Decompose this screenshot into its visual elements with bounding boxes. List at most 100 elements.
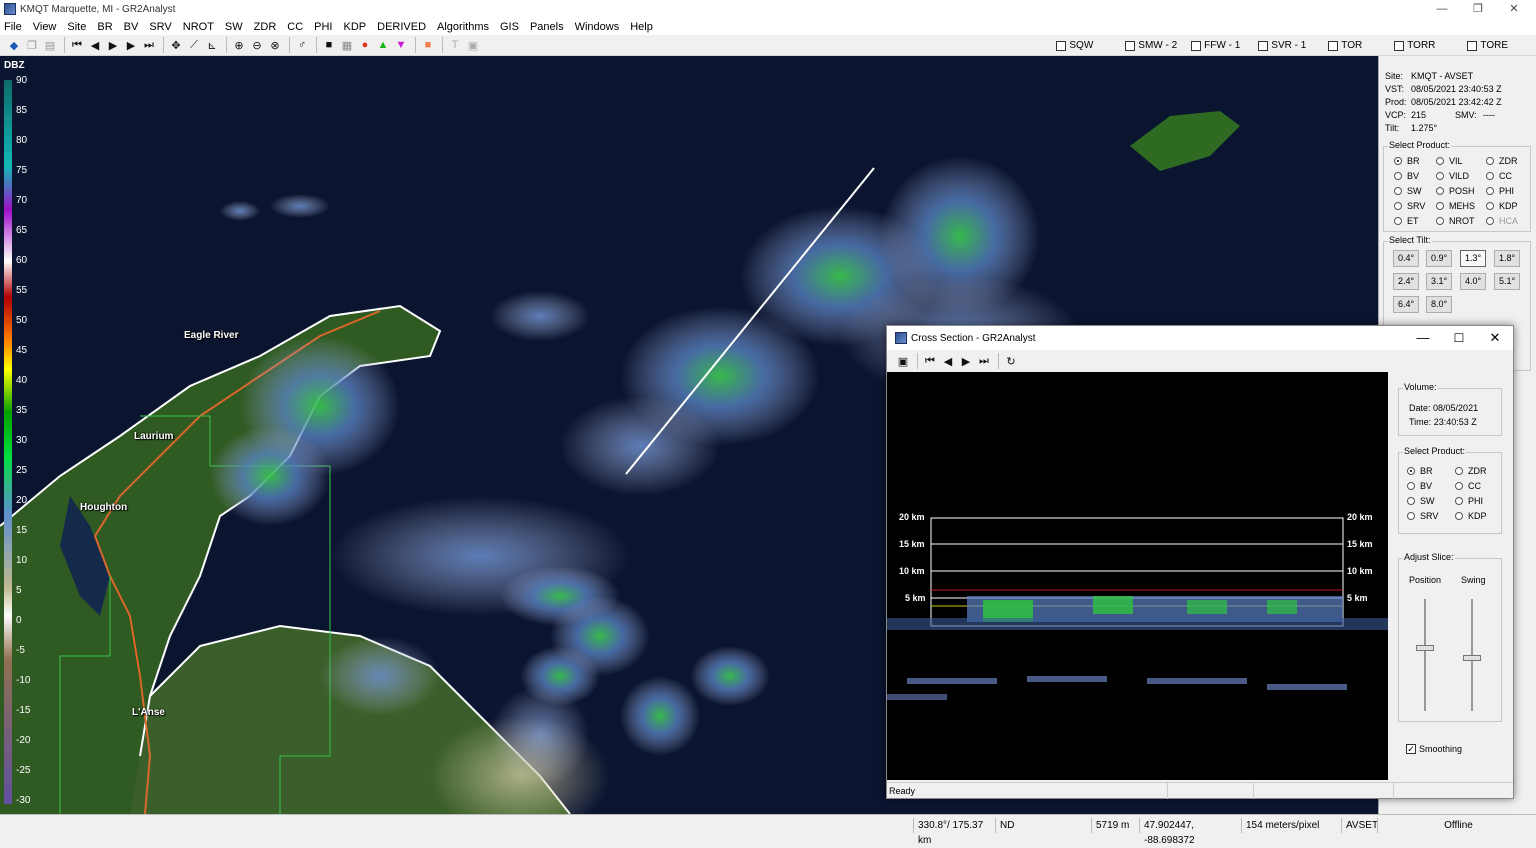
menu-srv[interactable]: SRV	[149, 21, 171, 33]
radio-button[interactable]	[1436, 201, 1444, 210]
radio-button[interactable]	[1394, 186, 1402, 195]
radio-button[interactable]	[1486, 171, 1494, 180]
product-radio-cc[interactable]: CC	[1486, 168, 1526, 183]
menu-site[interactable]: Site	[67, 21, 86, 33]
menu-help[interactable]: Help	[630, 21, 653, 33]
tilt-button-selected[interactable]: 1.3°	[1460, 250, 1486, 267]
save-icon[interactable]: ▣	[895, 353, 911, 369]
radio-button[interactable]	[1455, 481, 1463, 490]
product-radio-et[interactable]: ET	[1394, 213, 1436, 228]
last-frame-icon[interactable]: ⏭	[976, 353, 992, 369]
menu-gis[interactable]: GIS	[500, 21, 519, 33]
zoom-reset-icon[interactable]: ⊗	[267, 37, 283, 53]
menu-view[interactable]: View	[33, 21, 57, 33]
xs-product-radio-cc[interactable]: CC	[1455, 478, 1499, 493]
product-radio-zdr[interactable]: ZDR	[1486, 153, 1526, 168]
checkbox[interactable]	[1467, 40, 1478, 51]
tilt-button[interactable]: 3.1°	[1426, 273, 1452, 290]
position-slider-thumb[interactable]	[1416, 645, 1434, 651]
zoom-out-icon[interactable]: ⊖	[249, 37, 265, 53]
cross-section-plot[interactable]: 20 km 15 km 10 km 5 km 20 km 15 km 10 km…	[887, 372, 1388, 780]
menu-bv[interactable]: BV	[124, 21, 139, 33]
checkbox[interactable]	[1191, 40, 1202, 51]
product-radio-srv[interactable]: SRV	[1394, 198, 1436, 213]
menu-kdp[interactable]: KDP	[344, 21, 367, 33]
cross-section-tool-icon[interactable]: ⟋	[186, 37, 202, 53]
refresh-icon[interactable]: ↻	[1003, 353, 1019, 369]
menu-panels[interactable]: Panels	[530, 21, 564, 33]
checkbox[interactable]	[1328, 40, 1339, 51]
zoom-in-icon[interactable]: ⊕	[231, 37, 247, 53]
tilt-button[interactable]: 6.4°	[1393, 296, 1419, 313]
radio-button[interactable]	[1407, 466, 1415, 475]
minimize-button[interactable]: —	[1405, 326, 1441, 350]
step-forward-icon[interactable]: ▶	[123, 37, 139, 53]
xs-product-radio-bv[interactable]: BV	[1407, 478, 1455, 493]
radio-button[interactable]	[1436, 171, 1444, 180]
grid-icon[interactable]: ▦	[339, 37, 355, 53]
radio-button[interactable]	[1394, 216, 1402, 225]
menu-phi[interactable]: PHI	[314, 21, 332, 33]
maximize-button[interactable]: ❐	[1460, 0, 1496, 18]
smoothing-checkbox-row[interactable]: ✓ Smoothing	[1406, 744, 1462, 754]
xs-product-radio-br[interactable]: BR	[1407, 463, 1455, 478]
product-radio-mehs[interactable]: MEHS	[1436, 198, 1486, 213]
text-tool-icon[interactable]: T	[447, 37, 463, 53]
copy-icon[interactable]: ❐	[24, 37, 40, 53]
menu-br[interactable]: BR	[97, 21, 112, 33]
xs-product-radio-phi[interactable]: PHI	[1455, 493, 1499, 508]
menu-cc[interactable]: CC	[287, 21, 303, 33]
volume-icon[interactable]: ■	[321, 37, 337, 53]
color-swatch-icon[interactable]: ■	[420, 37, 436, 53]
menu-derived[interactable]: DERIVED	[377, 21, 426, 33]
smoothing-checkbox[interactable]: ✓	[1406, 744, 1416, 754]
minimize-button[interactable]: —	[1424, 0, 1460, 18]
color-table-icon[interactable]: ●	[357, 37, 373, 53]
warning-ffw[interactable]: FFW - 1	[1191, 40, 1240, 51]
radio-button[interactable]	[1407, 481, 1415, 490]
xs-product-radio-srv[interactable]: SRV	[1407, 508, 1455, 523]
xs-product-radio-kdp[interactable]: KDP	[1455, 508, 1499, 523]
menu-algorithms[interactable]: Algorithms	[437, 21, 489, 33]
storm-track-down-icon[interactable]: ▼	[393, 37, 409, 53]
stop-icon[interactable]: ▣	[465, 37, 481, 53]
step-forward-icon[interactable]: ▶	[958, 353, 974, 369]
warning-smw[interactable]: SMW - 2	[1125, 40, 1177, 51]
product-radio-vil[interactable]: VIL	[1436, 153, 1486, 168]
radio-button[interactable]	[1436, 156, 1444, 165]
menu-zdr[interactable]: ZDR	[254, 21, 277, 33]
radio-button[interactable]	[1394, 156, 1402, 165]
paste-icon[interactable]: ▤	[42, 37, 58, 53]
menu-sw[interactable]: SW	[225, 21, 243, 33]
cross-section-titlebar[interactable]: Cross Section - GR2Analyst — ☐ ✕	[887, 326, 1513, 350]
play-icon[interactable]: ▶	[105, 37, 121, 53]
product-radio-bv[interactable]: BV	[1394, 168, 1436, 183]
xs-product-radio-zdr[interactable]: ZDR	[1455, 463, 1499, 478]
tilt-button[interactable]: 1.8°	[1494, 250, 1520, 267]
product-radio-vild[interactable]: VILD	[1436, 168, 1486, 183]
close-button[interactable]: ✕	[1496, 0, 1532, 18]
radio-button[interactable]	[1486, 216, 1494, 225]
radio-button[interactable]	[1436, 186, 1444, 195]
cross-section-window[interactable]: Cross Section - GR2Analyst — ☐ ✕ ▣ ⏮ ◀ ▶…	[886, 325, 1514, 799]
storm-track-up-icon[interactable]: ▲	[375, 37, 391, 53]
menu-windows[interactable]: Windows	[575, 21, 620, 33]
tilt-button[interactable]: 0.4°	[1393, 250, 1419, 267]
warning-tor[interactable]: TOR	[1328, 40, 1362, 51]
swing-slider-thumb[interactable]	[1463, 655, 1481, 661]
tilt-button[interactable]: 8.0°	[1426, 296, 1452, 313]
xs-product-radio-sw[interactable]: SW	[1407, 493, 1455, 508]
warning-tore[interactable]: TORE	[1467, 40, 1508, 51]
first-frame-icon[interactable]: ⏮	[69, 37, 85, 53]
tilt-button[interactable]: 5.1°	[1494, 273, 1520, 290]
storm-motion-icon[interactable]: ♂	[294, 37, 310, 53]
menu-nrot[interactable]: NROT	[183, 21, 214, 33]
radio-button[interactable]	[1394, 201, 1402, 210]
checkbox[interactable]	[1056, 40, 1067, 51]
checkbox[interactable]	[1125, 40, 1136, 51]
step-back-icon[interactable]: ◀	[87, 37, 103, 53]
checkbox[interactable]	[1258, 40, 1269, 51]
radio-button[interactable]	[1455, 496, 1463, 505]
product-radio-phi[interactable]: PHI	[1486, 183, 1526, 198]
pan-icon[interactable]: ✥	[168, 37, 184, 53]
